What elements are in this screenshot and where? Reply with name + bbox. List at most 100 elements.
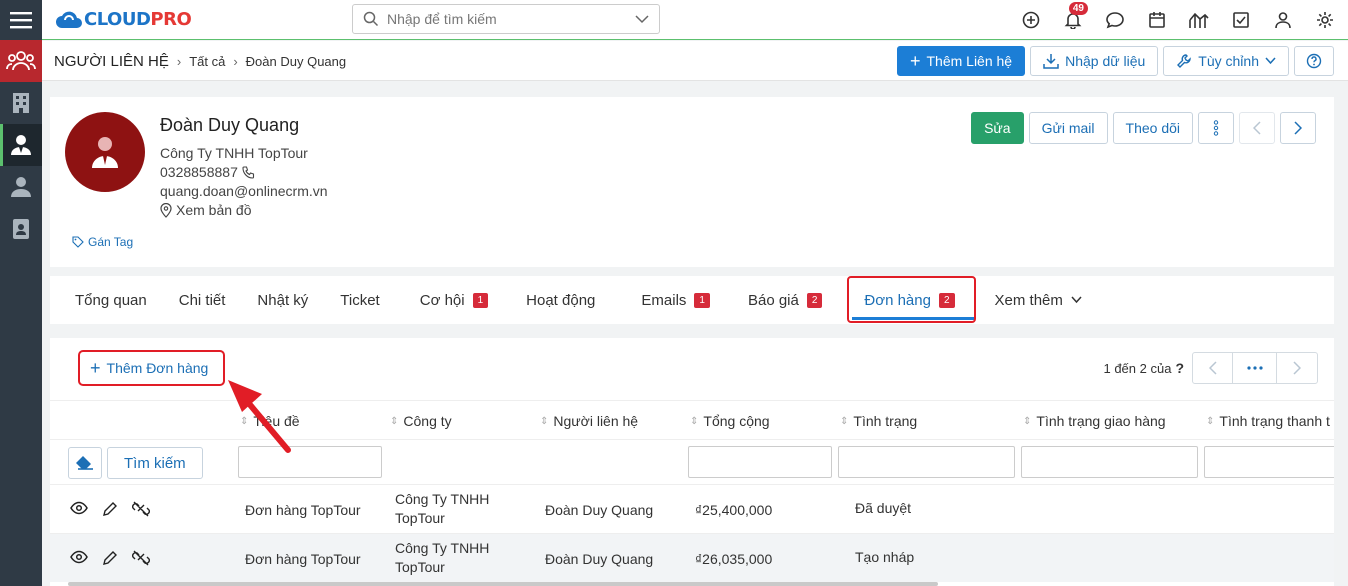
column-header-total[interactable]: ⇕ Tổng cộng xyxy=(690,413,770,429)
chat-icon[interactable] xyxy=(1098,8,1132,32)
page-menu-button[interactable] xyxy=(1233,353,1277,383)
tab-label: Nhật ký xyxy=(257,291,309,309)
tab-label: Hoạt động xyxy=(526,291,596,309)
filter-total-input[interactable] xyxy=(688,446,832,478)
more-options-button[interactable] xyxy=(1198,112,1234,144)
chevron-left-icon xyxy=(1208,361,1217,375)
calendar-icon[interactable] xyxy=(1140,8,1174,32)
contact-company[interactable]: Công Ty TNHH TopTour xyxy=(160,144,328,163)
tab-details[interactable]: Chi tiết xyxy=(163,276,242,324)
tab-emails[interactable]: Emails 1 xyxy=(625,276,732,324)
phone-icon[interactable] xyxy=(242,166,255,179)
order-contact[interactable]: Đoàn Duy Quang xyxy=(545,501,653,520)
follow-button[interactable]: Theo dõi xyxy=(1112,112,1193,144)
view-map-link[interactable]: Xem bản đồ xyxy=(176,201,252,220)
table-row[interactable]: Đơn hàng TopTour Công Ty TNHH TopTour Đoà… xyxy=(50,533,1334,582)
import-data-label: Nhập dữ liệu xyxy=(1065,53,1146,69)
add-contact-button[interactable]: + Thêm Liên hệ xyxy=(896,46,1026,76)
help-button[interactable] xyxy=(1294,46,1334,76)
contacts-group-icon[interactable] xyxy=(0,40,42,82)
order-title[interactable]: Đơn hàng TopTour xyxy=(245,550,361,569)
contact-person-icon[interactable] xyxy=(0,124,42,166)
order-company-line1[interactable]: Công Ty TNHH xyxy=(395,539,489,558)
sort-icon: ⇕ xyxy=(1023,415,1032,427)
view-eye-icon[interactable] xyxy=(70,501,88,515)
customize-label: Tùy chỉnh xyxy=(1198,53,1259,69)
top-bar: CLOUDPRO 49 xyxy=(42,0,1348,40)
contact-card-icon[interactable] xyxy=(0,208,42,250)
more-dots-icon xyxy=(1246,366,1263,370)
cloudpro-logo[interactable]: CLOUDPRO xyxy=(56,8,192,30)
column-header-company[interactable]: ⇕ Công ty xyxy=(390,413,452,429)
column-header-status[interactable]: ⇕ Tình trạng xyxy=(840,413,917,429)
order-title[interactable]: Đơn hàng TopTour xyxy=(245,501,361,520)
contact-phone[interactable]: 0328858887 xyxy=(160,163,238,182)
order-contact[interactable]: Đoàn Duy Quang xyxy=(545,550,653,569)
task-check-icon[interactable] xyxy=(1224,8,1258,32)
column-header-delivery-status[interactable]: ⇕ Tình trạng giao hàng xyxy=(1023,413,1166,429)
customize-button[interactable]: Tùy chỉnh xyxy=(1163,46,1289,76)
hamburger-menu-icon[interactable] xyxy=(0,0,42,40)
profile-icon[interactable] xyxy=(1266,8,1300,32)
assign-tag-link[interactable]: Gán Tag xyxy=(72,235,133,249)
edit-button[interactable]: Sửa xyxy=(971,112,1024,144)
filter-title-input[interactable] xyxy=(238,446,382,478)
contact-email[interactable]: quang.doan@onlinecrm.vn xyxy=(160,182,328,201)
tab-label: Chi tiết xyxy=(178,291,226,309)
sort-icon: ⇕ xyxy=(840,415,849,427)
record-tabs: Tổng quan Chi tiết Nhật ký Ticket Cơ hội… xyxy=(50,276,1334,324)
tab-overview[interactable]: Tổng quan xyxy=(50,276,163,324)
search-input[interactable] xyxy=(387,11,635,27)
column-header-contact[interactable]: ⇕ Người liên hệ xyxy=(540,413,638,429)
chevron-down-icon[interactable] xyxy=(635,14,649,24)
orders-list: + Thêm Đơn hàng 1 đến 2 của ? ⇕ Tiêu đề ⇕ C… xyxy=(50,338,1334,586)
gear-icon[interactable] xyxy=(1308,8,1342,32)
tab-label: Tổng quan xyxy=(75,291,147,309)
avatar[interactable] xyxy=(65,112,145,192)
pagination-text: 1 đến 2 của xyxy=(1103,360,1172,376)
horizontal-scrollbar[interactable] xyxy=(68,582,938,586)
pagination-total-help[interactable]: ? xyxy=(1175,360,1184,376)
global-search[interactable] xyxy=(352,4,660,34)
tab-more[interactable]: Xem thêm xyxy=(979,276,1098,324)
filter-status-input[interactable] xyxy=(838,446,1015,478)
edit-pencil-icon[interactable] xyxy=(102,550,118,566)
add-contact-label: Thêm Liên hệ xyxy=(926,53,1013,69)
clear-filter-button[interactable] xyxy=(68,447,102,479)
tab-label: Báo giá xyxy=(747,291,799,309)
breadcrumb-all[interactable]: Tất cả xyxy=(189,54,225,69)
tab-history[interactable]: Nhật ký xyxy=(241,276,324,324)
tab-activities[interactable]: Hoạt động xyxy=(510,276,625,324)
next-page-button[interactable] xyxy=(1277,353,1317,383)
order-company-line1[interactable]: Công Ty TNHH xyxy=(395,490,489,509)
column-header-payment-status[interactable]: ⇕ Tình trạng thanh t xyxy=(1206,413,1330,429)
order-company-line2[interactable]: TopTour xyxy=(395,509,489,528)
import-data-button[interactable]: Nhập dữ liệu xyxy=(1030,46,1159,76)
sort-icon: ⇕ xyxy=(390,415,399,427)
filter-payment-status-input[interactable] xyxy=(1204,446,1334,478)
order-company-line2[interactable]: TopTour xyxy=(395,558,489,577)
unlink-icon[interactable] xyxy=(132,501,150,517)
view-eye-icon[interactable] xyxy=(70,550,88,564)
edit-pencil-icon[interactable] xyxy=(102,501,118,517)
breadcrumb-module[interactable]: NGƯỜI LIÊN HỆ xyxy=(54,53,169,70)
chart-icon[interactable] xyxy=(1182,8,1216,32)
table-row[interactable]: Đơn hàng TopTour Công Ty TNHH TopTour Đoà… xyxy=(50,484,1334,533)
send-mail-button[interactable]: Gửi mail xyxy=(1028,112,1108,144)
filter-search-button[interactable]: Tìm kiếm xyxy=(107,447,203,479)
tab-count-badge: 1 xyxy=(472,292,489,308)
wrench-icon xyxy=(1177,54,1192,68)
next-record-button[interactable] xyxy=(1280,112,1316,144)
tab-quotes[interactable]: Báo giá 2 xyxy=(732,276,848,324)
column-header-title[interactable]: ⇕ Tiêu đề xyxy=(240,413,300,429)
previous-record-button[interactable] xyxy=(1239,112,1275,144)
add-circle-icon[interactable] xyxy=(1014,8,1048,32)
filter-delivery-status-input[interactable] xyxy=(1021,446,1198,478)
tab-opportunities[interactable]: Cơ hội 1 xyxy=(404,276,510,324)
building-icon[interactable] xyxy=(0,82,42,124)
previous-page-button[interactable] xyxy=(1193,353,1233,383)
user-icon[interactable] xyxy=(0,166,42,208)
unlink-icon[interactable] xyxy=(132,550,150,566)
tab-ticket[interactable]: Ticket xyxy=(324,276,403,324)
bell-icon[interactable]: 49 xyxy=(1056,2,1090,32)
